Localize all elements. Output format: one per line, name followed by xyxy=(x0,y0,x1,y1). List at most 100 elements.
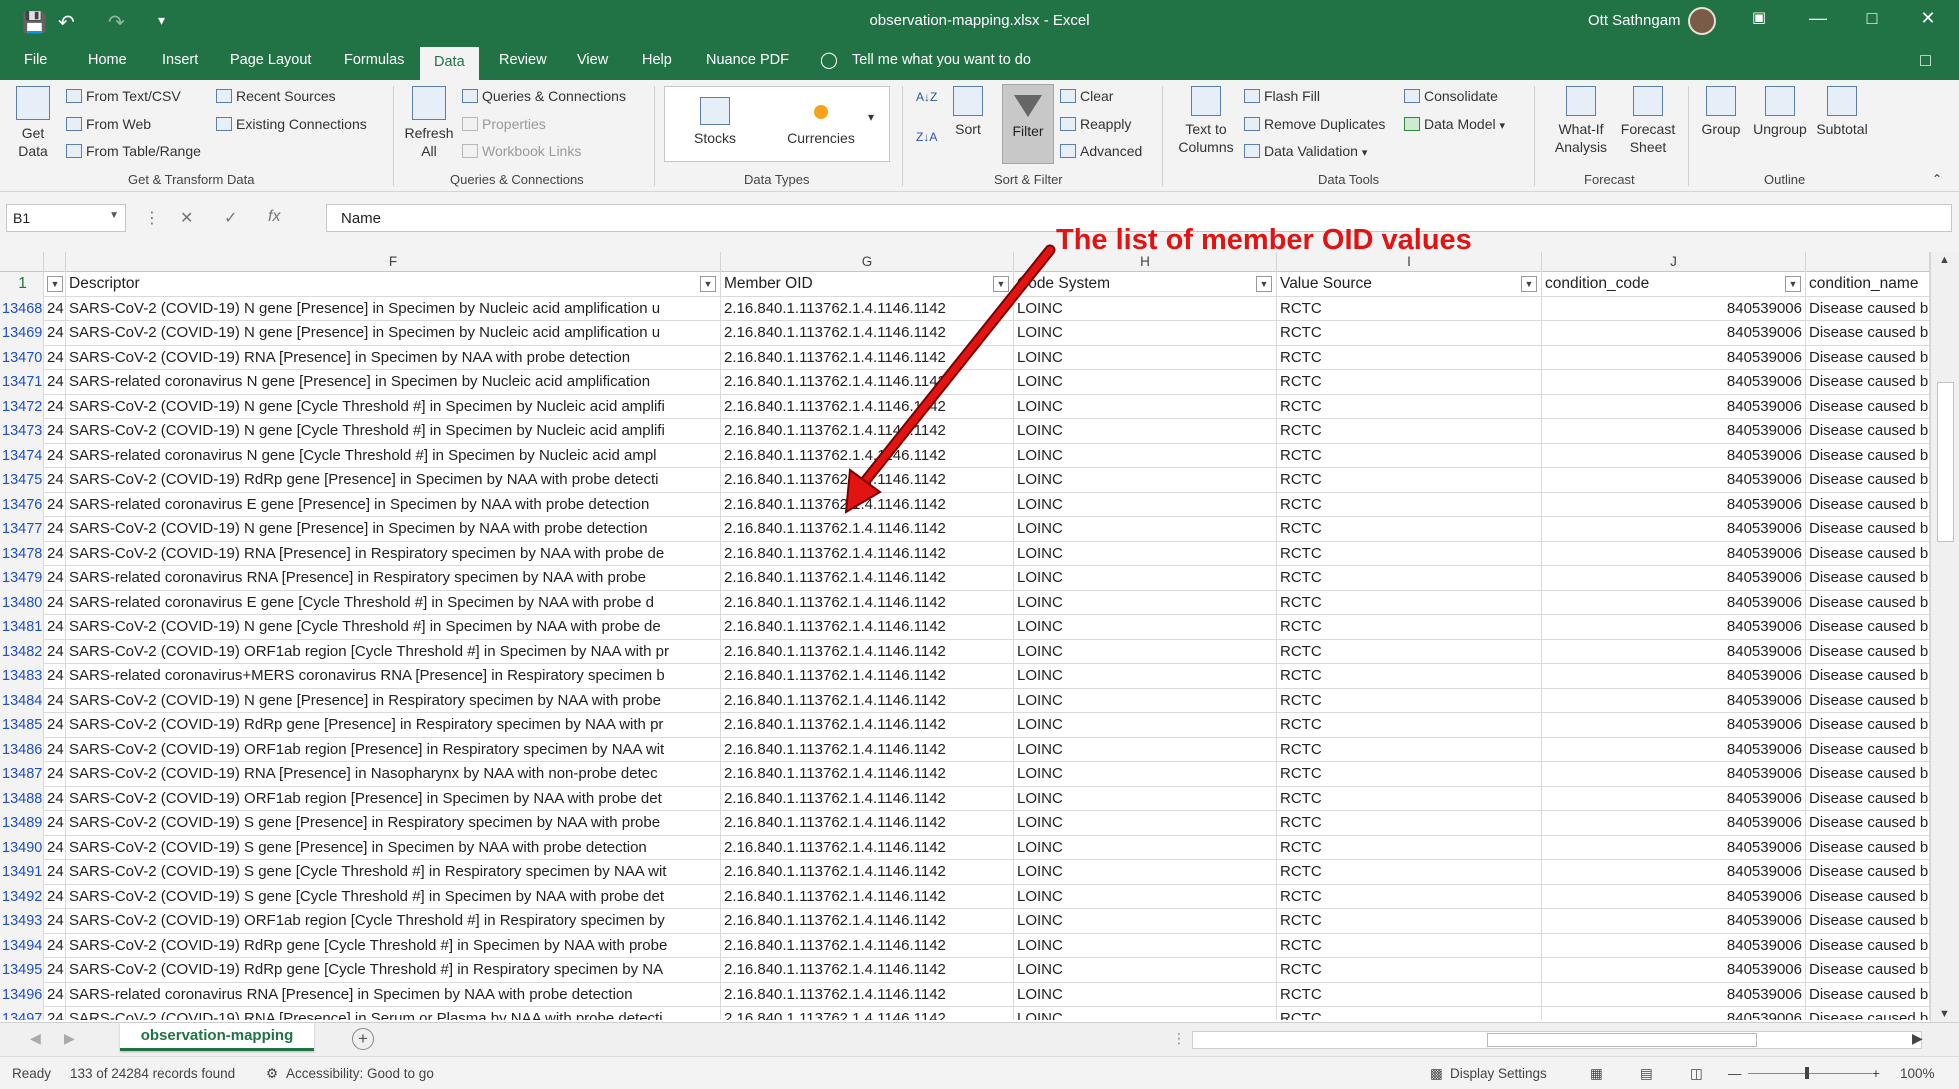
filter-dropdown-icon[interactable]: ▼ xyxy=(993,276,1009,292)
cell-e[interactable]: 24 xyxy=(44,786,66,811)
header-value-source[interactable]: Value Source ▼ xyxy=(1277,272,1542,297)
row-number[interactable]: 13484 xyxy=(0,688,44,713)
zoom-level[interactable]: 100% xyxy=(1900,1066,1935,1081)
cell-condition-name[interactable]: Disease caused b xyxy=(1806,713,1930,738)
cell-code-system[interactable]: LOINC xyxy=(1014,933,1277,958)
cell-value-source[interactable]: RCTC xyxy=(1277,860,1542,885)
cell-member-oid[interactable]: 2.16.840.1.113762.1.4.1146.1142 xyxy=(721,370,1014,395)
column-header-k[interactable] xyxy=(1806,252,1930,272)
zoom-slider-thumb[interactable] xyxy=(1805,1067,1809,1079)
sheet-tab-observation-mapping[interactable]: observation-mapping xyxy=(120,1023,314,1051)
insert-function-icon[interactable]: fx xyxy=(268,208,280,226)
tab-review[interactable]: Review xyxy=(497,52,549,68)
cell-e[interactable]: 24 xyxy=(44,884,66,909)
cell-descriptor[interactable]: SARS-related coronavirus N gene [Presenc… xyxy=(66,370,721,395)
cell-condition-name[interactable]: Disease caused b xyxy=(1806,370,1930,395)
cell-code-system[interactable]: LOINC xyxy=(1014,1007,1277,1020)
cell-condition-name[interactable]: Disease caused b xyxy=(1806,394,1930,419)
cell-code-system[interactable]: LOINC xyxy=(1014,443,1277,468)
horizontal-scrollbar[interactable] xyxy=(1192,1031,1922,1049)
cell-condition-code[interactable]: 840539006 xyxy=(1542,517,1806,542)
cell-condition-code[interactable]: 840539006 xyxy=(1542,492,1806,517)
cell-member-oid[interactable]: 2.16.840.1.113762.1.4.1146.1142 xyxy=(721,1007,1014,1020)
page-layout-view-icon[interactable]: ▤ xyxy=(1640,1066,1653,1082)
cell-value-source[interactable]: RCTC xyxy=(1277,590,1542,615)
row-number[interactable]: 13494 xyxy=(0,933,44,958)
row-number[interactable]: 13489 xyxy=(0,811,44,836)
header-code-system[interactable]: Code System ▼ xyxy=(1014,272,1277,297)
filter-button[interactable]: Filter xyxy=(1002,84,1054,164)
cell-condition-code[interactable]: 840539006 xyxy=(1542,909,1806,934)
cell-value-source[interactable]: RCTC xyxy=(1277,321,1542,346)
cell-code-system[interactable]: LOINC xyxy=(1014,909,1277,934)
ribbon-display-icon[interactable]: ▣ xyxy=(1739,8,1779,26)
cell-value-source[interactable]: RCTC xyxy=(1277,296,1542,321)
recent-sources-button[interactable]: Recent Sources xyxy=(216,88,336,104)
status-accessibility[interactable]: Accessibility: Good to go xyxy=(286,1066,434,1081)
cell-value-source[interactable]: RCTC xyxy=(1277,982,1542,1007)
cell-descriptor[interactable]: SARS-related coronavirus RNA [Presence] … xyxy=(66,566,721,591)
cell-condition-code[interactable]: 840539006 xyxy=(1542,394,1806,419)
cell-member-oid[interactable]: 2.16.840.1.113762.1.4.1146.1142 xyxy=(721,345,1014,370)
forecast-sheet-button[interactable]: Forecast Sheet xyxy=(1610,86,1686,156)
sort-z-a-icon[interactable]: Z↓A xyxy=(916,130,937,144)
cell-value-source[interactable]: RCTC xyxy=(1277,394,1542,419)
cell-code-system[interactable]: LOINC xyxy=(1014,982,1277,1007)
cell-code-system[interactable]: LOINC xyxy=(1014,370,1277,395)
row-number[interactable]: 13479 xyxy=(0,566,44,591)
from-table-range-button[interactable]: From Table/Range xyxy=(66,143,201,159)
cell-value-source[interactable]: RCTC xyxy=(1277,958,1542,983)
cell-descriptor[interactable]: SARS-CoV-2 (COVID-19) N gene [Cycle Thre… xyxy=(66,394,721,419)
row-number[interactable]: 13487 xyxy=(0,762,44,787)
cell-e[interactable]: 24 xyxy=(44,958,66,983)
header-descriptor[interactable]: Descriptor ▼ xyxy=(66,272,721,297)
cell-code-system[interactable]: LOINC xyxy=(1014,468,1277,493)
row-number[interactable]: 13482 xyxy=(0,639,44,664)
row-number[interactable]: 13496 xyxy=(0,982,44,1007)
cell-condition-code[interactable]: 840539006 xyxy=(1542,835,1806,860)
row-number[interactable]: 13474 xyxy=(0,443,44,468)
cell-condition-code[interactable]: 840539006 xyxy=(1542,933,1806,958)
cell-code-system[interactable]: LOINC xyxy=(1014,321,1277,346)
collapse-ribbon-icon[interactable]: ⌃ xyxy=(1932,172,1942,186)
cell-descriptor[interactable]: SARS-CoV-2 (COVID-19) RNA [Presence] in … xyxy=(66,345,721,370)
cell-member-oid[interactable]: 2.16.840.1.113762.1.4.1146.1142 xyxy=(721,835,1014,860)
cell-code-system[interactable]: LOINC xyxy=(1014,713,1277,738)
cell-e[interactable]: 24 xyxy=(44,737,66,762)
filter-dropdown-icon[interactable]: ▼ xyxy=(700,276,716,292)
refresh-all-button[interactable]: Refresh All xyxy=(404,86,454,160)
existing-connections-button[interactable]: Existing Connections xyxy=(216,116,367,132)
cell-descriptor[interactable]: SARS-CoV-2 (COVID-19) N gene [Presence] … xyxy=(66,517,721,542)
consolidate-button[interactable]: Consolidate xyxy=(1404,88,1498,104)
cell-code-system[interactable]: LOINC xyxy=(1014,884,1277,909)
cell-e[interactable]: 24 xyxy=(44,639,66,664)
tab-file[interactable]: File xyxy=(22,52,49,68)
cell-condition-code[interactable]: 840539006 xyxy=(1542,468,1806,493)
cell-condition-name[interactable]: Disease caused b xyxy=(1806,492,1930,517)
cell-value-source[interactable]: RCTC xyxy=(1277,884,1542,909)
row-number[interactable]: 13488 xyxy=(0,786,44,811)
tab-data[interactable]: Data xyxy=(420,47,479,80)
cell-descriptor[interactable]: SARS-CoV-2 (COVID-19) RdRp gene [Cycle T… xyxy=(66,958,721,983)
cell-code-system[interactable]: LOINC xyxy=(1014,737,1277,762)
cell-value-source[interactable]: RCTC xyxy=(1277,762,1542,787)
cell-value-source[interactable]: RCTC xyxy=(1277,566,1542,591)
tell-me-search[interactable]: Tell me what you want to do xyxy=(852,52,1031,68)
get-data-button[interactable]: Get Data xyxy=(10,86,56,160)
avatar[interactable] xyxy=(1688,7,1716,35)
scroll-right-icon[interactable]: ▶ xyxy=(1912,1030,1923,1047)
cell-value-source[interactable]: RCTC xyxy=(1277,835,1542,860)
cell-value-source[interactable]: RCTC xyxy=(1277,419,1542,444)
cell-e[interactable]: 24 xyxy=(44,664,66,689)
cell-condition-code[interactable]: 840539006 xyxy=(1542,688,1806,713)
filter-dropdown-icon[interactable]: ▼ xyxy=(1256,276,1272,292)
cell-condition-code[interactable]: 840539006 xyxy=(1542,541,1806,566)
cell-condition-code[interactable]: 840539006 xyxy=(1542,860,1806,885)
sort-button[interactable]: Sort xyxy=(944,86,992,138)
cell-condition-name[interactable]: Disease caused b xyxy=(1806,762,1930,787)
cell-code-system[interactable]: LOINC xyxy=(1014,517,1277,542)
add-sheet-button[interactable]: + xyxy=(352,1028,374,1050)
vertical-scrollbar[interactable]: ▲ ▼ xyxy=(1930,252,1959,1022)
cell-condition-code[interactable]: 840539006 xyxy=(1542,786,1806,811)
tab-nuance-pdf[interactable]: Nuance PDF xyxy=(704,52,791,68)
